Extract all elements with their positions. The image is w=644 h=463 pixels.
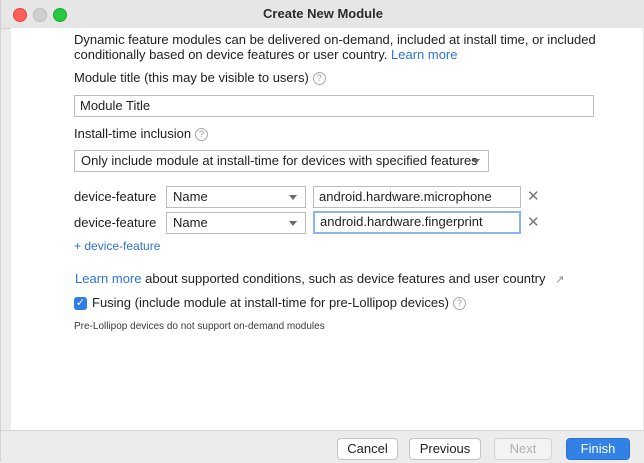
install-time-select[interactable]: Only include module at install-time for … [74, 150, 489, 172]
window-title: Create New Module [263, 6, 383, 21]
module-title-label: Module title (this may be visible to use… [74, 70, 326, 85]
close-icon[interactable]: ✕ [527, 187, 540, 205]
chevron-down-icon [289, 195, 297, 200]
cancel-button[interactable]: Cancel [337, 438, 398, 460]
learn-more-conditions-link[interactable]: Learn more [75, 271, 141, 286]
title-bar[interactable]: Create New Module [1, 0, 644, 29]
condition-value-input[interactable]: android.hardware.microphone [313, 186, 521, 208]
add-device-feature-link[interactable]: + device-feature [74, 239, 160, 253]
help-icon[interactable]: ? [452, 297, 466, 310]
dialog-footer: Cancel Previous Next Finish [1, 430, 644, 463]
install-time-label-text: Install-time inclusion [74, 126, 192, 141]
help-icon[interactable]: ? [195, 128, 209, 141]
condition-label: device-feature [74, 215, 157, 230]
learn-more-link[interactable]: Learn more [391, 47, 457, 62]
fusing-label: Fusing (include module at install-time f… [92, 295, 466, 310]
previous-button[interactable]: Previous [409, 438, 481, 460]
condition-label: device-feature [74, 189, 157, 204]
module-title-input[interactable]: Module Title [74, 95, 594, 117]
condition-value-input[interactable]: android.hardware.fingerprint [313, 211, 521, 234]
next-button[interactable]: Next [494, 438, 552, 460]
conditions-info: Learn more about supported conditions, s… [75, 271, 564, 286]
help-icon[interactable]: ? [312, 72, 326, 85]
finish-button[interactable]: Finish [566, 438, 630, 460]
condition-type-select[interactable]: Name [166, 186, 306, 208]
chevron-down-icon [472, 159, 480, 164]
description-text: Dynamic feature modules can be delivered… [74, 32, 596, 62]
close-icon[interactable]: ✕ [527, 213, 540, 231]
install-time-label: Install-time inclusion? [74, 126, 209, 141]
conditions-info-text: about supported conditions, such as devi… [145, 271, 546, 286]
pre-lollipop-note: Pre-Lollipop devices do not support on-d… [74, 321, 325, 332]
install-time-selected: Only include module at install-time for … [81, 153, 478, 168]
condition-type-value: Name [173, 189, 208, 204]
condition-type-value: Name [173, 215, 208, 230]
module-title-label-text: Module title (this may be visible to use… [74, 70, 309, 85]
description: Dynamic feature modules can be delivered… [74, 32, 614, 62]
external-link-icon: ↗ [555, 274, 565, 286]
fusing-checkbox[interactable]: ✓ [74, 297, 87, 310]
chevron-down-icon [289, 221, 297, 226]
condition-type-select[interactable]: Name [166, 212, 306, 234]
dialog-content: Dynamic feature modules can be delivered… [11, 28, 643, 430]
fusing-label-text: Fusing (include module at install-time f… [92, 295, 449, 310]
dialog-window: Create New Module Dynamic feature module… [0, 0, 644, 463]
